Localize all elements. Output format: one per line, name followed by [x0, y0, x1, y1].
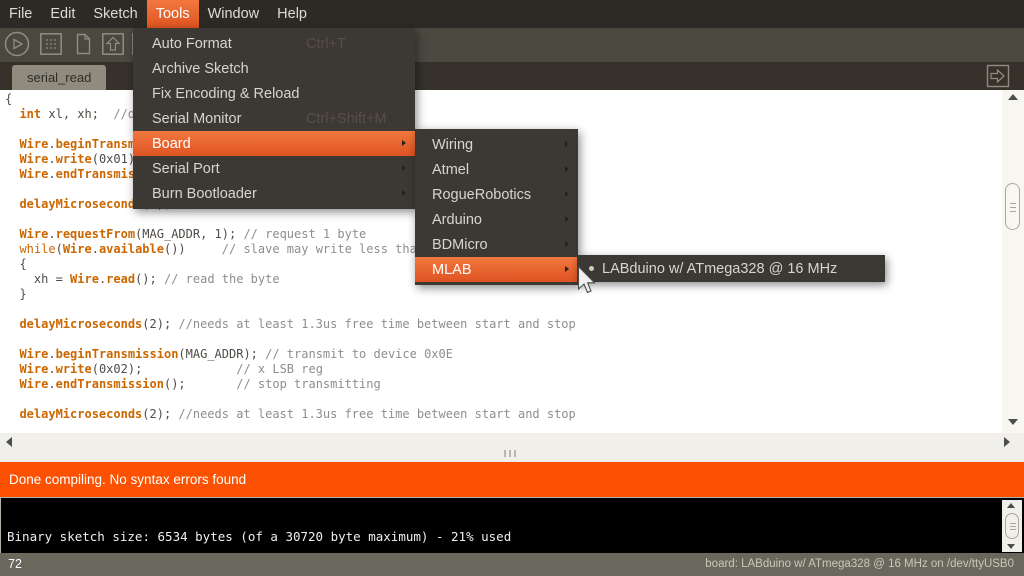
open-sketch-button[interactable]	[100, 31, 126, 57]
menu-shortcut: Ctrl+Shift+M	[306, 111, 387, 127]
menu-item-label: Wiring	[432, 137, 473, 153]
new-file-icon	[70, 31, 96, 57]
menu-item-label: Archive Sketch	[152, 61, 249, 77]
menu-item-auto-format[interactable]: Auto Format Ctrl+T	[133, 31, 415, 56]
menu-item-label: Atmel	[432, 162, 469, 178]
menu-shortcut: Ctrl+T	[306, 36, 346, 52]
menu-item-archive-sketch[interactable]: Archive Sketch	[133, 56, 415, 81]
menu-item-burn-bootloader[interactable]: Burn Bootloader	[133, 181, 415, 206]
menu-item-arduino[interactable]: Arduino	[415, 207, 578, 232]
arduino-ide-window: FileEditSketchToolsWindowHelp	[0, 0, 1024, 576]
thumb-grip	[1010, 529, 1016, 530]
menu-item-atmel[interactable]: Atmel	[415, 157, 578, 182]
scroll-left-icon[interactable]	[6, 437, 12, 447]
mlab-submenu: LABduino w/ ATmega328 @ 16 MHz	[577, 255, 885, 282]
menu-item-bdmicro[interactable]: BDMicro	[415, 232, 578, 257]
menu-item-label: LABduino w/ ATmega328 @ 16 MHz	[602, 261, 837, 277]
submenu-arrow-icon	[565, 216, 569, 222]
code-line: Wire.write(0x02); // x LSB reg	[5, 362, 576, 377]
splitter-handle[interactable]	[504, 450, 516, 457]
menubar-item-sketch[interactable]: Sketch	[84, 0, 146, 28]
scrollbar-thumb[interactable]	[1005, 513, 1019, 539]
verify-button[interactable]	[4, 31, 30, 57]
scroll-up-icon[interactable]	[1007, 503, 1015, 508]
menu-item-board[interactable]: Board	[133, 131, 415, 156]
status-bar: Done compiling. No syntax errors found	[0, 462, 1024, 497]
scrollbar-thumb[interactable]	[1005, 183, 1020, 230]
menu-item-wiring[interactable]: Wiring	[415, 132, 578, 157]
menubar-item-edit[interactable]: Edit	[41, 0, 84, 28]
menu-item-label: Arduino	[432, 212, 482, 228]
menu-item-label: Fix Encoding & Reload	[152, 86, 300, 102]
code-line: delayMicroseconds(2); //needs at least 1…	[5, 407, 576, 422]
submenu-arrow-icon	[565, 141, 569, 147]
submenu-arrow-icon	[402, 140, 406, 146]
menu-item-label: Burn Bootloader	[152, 186, 257, 202]
menu-item-roguerobotics[interactable]: RogueRobotics	[415, 182, 578, 207]
code-line	[5, 392, 576, 407]
right-arrow-box-icon	[986, 64, 1010, 88]
stop-button[interactable]	[38, 31, 64, 57]
serial-monitor-button[interactable]	[986, 64, 1010, 88]
tools-menu: Auto Format Ctrl+T Archive Sketch Fix Encod…	[133, 28, 415, 209]
code-line: }	[5, 287, 576, 302]
code-line: Wire.beginTransmission(MAG_ADDR); // tra…	[5, 347, 576, 362]
status-message: Done compiling. No syntax errors found	[9, 472, 246, 487]
menubar-item-help[interactable]: Help	[268, 0, 316, 28]
menubar-item-tools[interactable]: Tools	[147, 0, 199, 28]
code-line: delayMicroseconds(2); //needs at least 1…	[5, 317, 576, 332]
menu-item-labduino-w-atmega328-16-mhz[interactable]: LABduino w/ ATmega328 @ 16 MHz	[577, 255, 885, 282]
menu-item-label: BDMicro	[432, 237, 488, 253]
play-circle-icon	[4, 31, 30, 57]
console-scrollbar[interactable]	[1002, 500, 1022, 552]
menu-item-label: Serial Monitor	[152, 111, 241, 127]
menu-item-label: RogueRobotics	[432, 187, 531, 203]
menu-item-serial-monitor[interactable]: Serial Monitor Ctrl+Shift+M	[133, 106, 415, 131]
new-sketch-button[interactable]	[70, 31, 96, 57]
submenu-arrow-icon	[402, 190, 406, 196]
menu-item-fix-encoding-reload[interactable]: Fix Encoding & Reload	[133, 81, 415, 106]
code-line	[5, 302, 576, 317]
scroll-up-icon[interactable]	[1008, 94, 1018, 100]
menubar-item-window[interactable]: Window	[199, 0, 269, 28]
code-line	[5, 332, 576, 347]
thumb-grip	[1010, 203, 1016, 204]
tab-serial-read[interactable]: serial_read	[12, 65, 106, 90]
submenu-arrow-icon	[402, 165, 406, 171]
submenu-arrow-icon	[565, 241, 569, 247]
menu-item-label: Serial Port	[152, 161, 220, 177]
line-number-indicator: 72	[8, 553, 22, 576]
submenu-arrow-icon	[565, 166, 569, 172]
menu-item-mlab[interactable]: MLAB	[415, 257, 578, 282]
thumb-grip	[1010, 523, 1016, 524]
footer-bar: 72 board: LABduino w/ ATmega328 @ 16 MHz…	[0, 553, 1024, 576]
menubar-item-file[interactable]: File	[0, 0, 41, 28]
code-line: Wire.endTransmission(); // stop transmit…	[5, 377, 576, 392]
horizontal-scrollbar[interactable]	[0, 433, 1024, 462]
upload-up-arrow-icon	[100, 31, 126, 57]
scroll-down-icon[interactable]	[1008, 419, 1018, 425]
editor-vertical-scrollbar[interactable]	[1002, 90, 1024, 433]
console-output: Binary sketch size: 6534 bytes (of a 307…	[0, 497, 1024, 553]
scroll-right-icon[interactable]	[1004, 437, 1010, 447]
menu-item-label: Auto Format	[152, 36, 232, 52]
board-port-status: board: LABduino w/ ATmega328 @ 16 MHz on…	[705, 553, 1014, 576]
menu-item-label: Board	[152, 136, 191, 152]
thumb-grip	[1010, 526, 1016, 527]
arrow-cursor-icon	[577, 265, 599, 297]
console-message: Binary sketch size: 6534 bytes (of a 307…	[7, 529, 511, 544]
menu-item-label: MLAB	[432, 262, 472, 278]
scroll-down-icon[interactable]	[1007, 544, 1015, 549]
board-submenu: Wiring Atmel RogueRobotics Arduino BDMicro ML…	[415, 129, 578, 285]
thumb-grip	[1010, 207, 1016, 208]
thumb-grip	[1010, 211, 1016, 212]
submenu-arrow-icon	[565, 266, 569, 272]
mouse-cursor	[577, 265, 599, 302]
menu-item-serial-port[interactable]: Serial Port	[133, 156, 415, 181]
menubar: FileEditSketchToolsWindowHelp	[0, 0, 1024, 28]
submenu-arrow-icon	[565, 191, 569, 197]
stop-grid-icon	[38, 31, 64, 57]
